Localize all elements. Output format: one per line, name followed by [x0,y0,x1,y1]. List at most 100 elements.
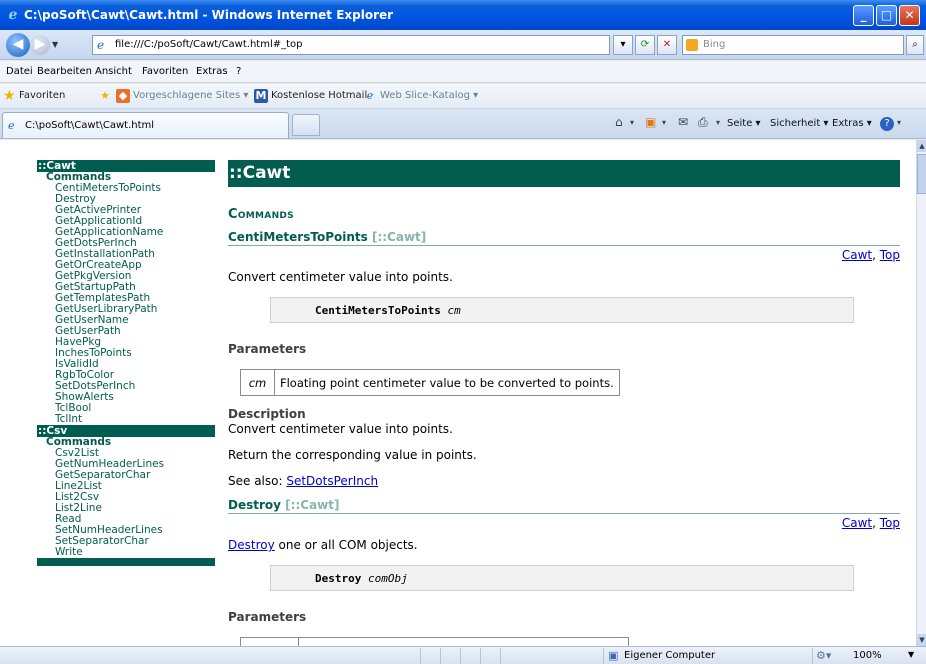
link-top[interactable]: Top [880,248,900,262]
code-proc: Destroy [315,572,362,585]
zoom-level[interactable]: 100% [853,650,882,661]
ie-icon: ℯ [8,7,18,23]
forward-button[interactable]: ▶ [30,35,50,55]
web-slice-link[interactable]: Web Slice-Katalog ▾ [380,90,478,101]
description-text: Convert centimeter value into points. [228,422,453,436]
destroy-link[interactable]: Destroy [228,538,275,552]
stop-button[interactable]: ✕ [657,35,677,55]
param-description: Floating point centimeter value to be co… [274,369,620,396]
param-description [298,637,629,646]
address-bar[interactable]: ℯ file:///C:/poSoft/Cawt/Cawt.html#_top [92,35,610,55]
see-also-link[interactable]: SetDotsPerInch [286,474,378,488]
back-button[interactable]: ◀ [6,33,30,57]
hotmail-icon: M [254,89,268,103]
chevron-down-icon: ▾ [620,39,626,50]
menu-ansicht[interactable]: Ansicht [95,66,132,77]
sidebar-item-write[interactable]: Write [37,547,215,558]
search-placeholder: Bing [703,39,726,50]
scroll-up-icon[interactable]: ▲ [917,140,926,152]
code-arg: cm [447,304,461,317]
mail-icon[interactable]: ✉ [678,115,688,129]
refresh-button[interactable]: ⟳ [635,35,655,55]
status-divider [500,648,501,664]
see-also-label: See also: [228,474,287,488]
link-top[interactable]: Top [880,516,900,530]
add-favorite-icon[interactable]: ★ [98,89,112,103]
status-divider [460,648,461,664]
link-separator: , [872,516,880,530]
history-dropdown-icon[interactable]: ▼ [52,40,58,49]
description-return: Return the corresponding value in points… [228,448,477,462]
scroll-thumb[interactable] [917,154,926,194]
hotmail-link[interactable]: Kostenlose Hotmail [271,90,367,101]
help-icon[interactable]: ? [880,117,894,131]
menu-bar: Datei Bearbeiten Ansicht Favoriten Extra… [0,61,926,83]
favorites-button[interactable]: Favoriten [19,90,65,101]
vertical-scrollbar[interactable]: ▲ ▼ [916,140,926,646]
feeds-icon[interactable]: ▣ [645,115,656,129]
security-menu[interactable]: Sicherheit ▾ [770,118,828,129]
code-proc: CentiMetersToPoints [315,304,441,317]
status-divider [420,648,421,664]
status-divider [603,648,604,664]
menu-help[interactable]: ? [236,66,241,77]
sidebar-item-tclint[interactable]: TclInt [37,414,215,425]
tab-cawt[interactable]: ℯ C:\poSoft\Cawt\Cawt.html [2,112,289,138]
chevron-down-icon[interactable]: ▾ [897,118,901,127]
chevron-down-icon[interactable]: ▾ [630,118,634,127]
address-url[interactable]: file:///C:/poSoft/Cawt/Cawt.html#_top [115,39,303,50]
status-divider [480,648,481,664]
link-cawt[interactable]: Cawt [842,248,872,262]
stop-icon: ✕ [662,39,672,50]
sidebar-ns-next[interactable] [37,558,215,566]
maximize-icon: □ [880,8,893,22]
web-slice-icon: ℯ [366,89,374,102]
chevron-down-icon[interactable]: ▾ [716,118,720,127]
close-button[interactable]: ✕ [899,5,920,26]
home-icon[interactable]: ⌂ [615,115,623,129]
page-menu[interactable]: Seite ▾ [727,118,761,129]
table-row: cm Floating point centimeter value to be… [240,369,620,396]
close-icon: ✕ [904,8,915,22]
new-tab-button[interactable] [292,114,320,136]
parameters-table: cm Floating point centimeter value to be… [240,369,620,396]
menu-favoriten[interactable]: Favoriten [142,66,188,77]
menu-datei[interactable]: Datei [6,66,33,77]
forward-arrow-icon: ▶ [34,36,46,52]
minimize-icon: _ [860,8,867,22]
proc-namespace: [::Cawt] [285,498,340,512]
tab-bar: ℯ C:\poSoft\Cawt\Cawt.html ⌂ ▾ ▣ ▾ ✉ ⎙ ▾… [0,109,926,139]
protected-mode-icon[interactable]: ⚙▾ [816,649,831,662]
address-dropdown-button[interactable]: ▾ [613,35,633,55]
page-title: ::Cawt [228,160,900,187]
status-bar: ▣ Eigener Computer ⚙▾ 100% ▼ [0,646,926,664]
code-synopsis: Destroy comObj [270,565,854,591]
see-also: See also: SetDotsPerInch [228,474,900,488]
table-row [240,637,629,646]
search-box[interactable]: Bing [682,35,904,55]
maximize-button[interactable]: □ [876,5,897,26]
proc-heading: Destroy [::Cawt] [228,498,900,514]
search-button[interactable]: ⌕ [906,35,924,55]
main-content: ::Cawt Commands CentiMetersToPoints [::C… [228,160,900,646]
title-bar: ℯ C:\poSoft\Cawt\Cawt.html - Windows Int… [0,0,926,30]
link-cawt[interactable]: Cawt [842,516,872,530]
bing-icon [686,39,698,51]
address-toolbar: ◀ ▶ ▼ ℯ file:///C:/poSoft/Cawt/Cawt.html… [0,30,926,60]
proc-heading: CentiMetersToPoints [::Cawt] [228,230,900,246]
suggested-sites-link[interactable]: Vorgeschlagene Sites ▾ [133,90,248,101]
extras-menu[interactable]: Extras ▾ [832,118,872,129]
code-synopsis: CentiMetersToPoints cm [270,297,854,323]
print-icon[interactable]: ⎙ [698,115,708,130]
chevron-down-icon[interactable]: ▾ [662,118,666,127]
scroll-down-icon[interactable]: ▼ [917,634,926,646]
menu-extras[interactable]: Extras [196,66,228,77]
commands-heading: Commands [228,207,294,222]
minimize-button[interactable]: _ [853,5,874,26]
parameters-heading: Parameters [228,342,307,356]
menu-bearbeiten[interactable]: Bearbeiten [37,66,92,77]
chevron-down-icon[interactable]: ▼ [908,650,914,659]
link-separator: , [872,248,880,262]
proc-namespace: [::Cawt] [371,230,427,244]
param-name: cm [240,369,275,396]
